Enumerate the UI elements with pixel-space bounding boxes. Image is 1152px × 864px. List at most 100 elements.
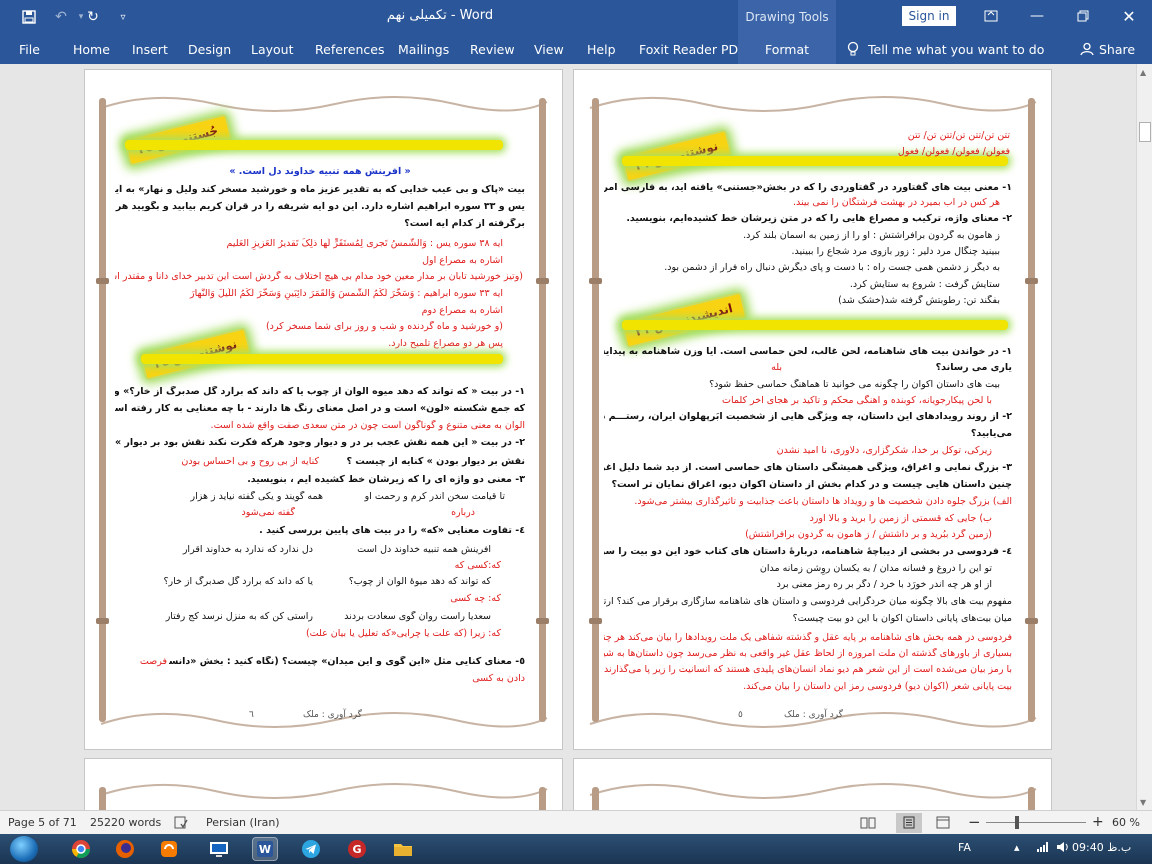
app-icon-red[interactable]: G <box>344 837 370 861</box>
question-text: میان بیت‌های پایانی داستان اکوان با این … <box>792 613 1012 624</box>
zoom-out-icon[interactable]: − <box>968 813 981 831</box>
tab-view[interactable]: View <box>534 34 564 64</box>
word-taskbar-icon[interactable]: W <box>252 837 278 861</box>
scroll-up-icon[interactable]: ▲ <box>1140 68 1146 77</box>
answer-text: با لحن پیکارجویانه، کوبنده و آهنگی محکم … <box>722 395 992 406</box>
frame-post-right <box>536 98 549 722</box>
page-frame <box>100 783 548 799</box>
answer-text: (و خورشید و ماه گردنده و شب و روز برای ش… <box>265 321 503 332</box>
verse-line: که تواند که دهد میوهٔ الوان از چوب؟ <box>348 576 491 587</box>
lightbulb-icon <box>847 41 859 56</box>
frame-post-left <box>99 787 106 810</box>
answer-text: (زمین گرد ببُرید و بر داشتش / ز هامون به… <box>745 529 992 540</box>
answer-text: (وتیز خورشید تابان بر مدار معین خود مدام… <box>115 271 523 282</box>
share-button[interactable]: Share <box>1080 34 1135 64</box>
sign-in-button[interactable]: Sign in <box>902 6 956 26</box>
minimize-icon[interactable]: — <box>1022 4 1052 28</box>
answer-text: بسیاری از باورهای گذشته آن ملت امروزه از… <box>604 648 1012 659</box>
tab-home[interactable]: Home <box>73 34 110 64</box>
answer-text: با رمز بیان می‌شده است از این شعر هم دیو… <box>604 664 1012 675</box>
keyboard-language[interactable]: FA <box>958 841 971 854</box>
answer-text: فرصت <box>139 656 167 667</box>
word-count[interactable]: 25220 words <box>90 816 161 829</box>
file-explorer-icon[interactable] <box>390 837 416 861</box>
tell-me-search[interactable]: Tell me what you want to do <box>846 34 1044 64</box>
section-banner <box>141 354 503 364</box>
answer-text: آیه ٣٣ سوره ابراهیم : وَسَخَّرَ لَکُمُ ا… <box>190 288 503 299</box>
tab-references[interactable]: References <box>315 34 384 64</box>
svg-text:G: G <box>352 843 361 856</box>
question-text: بیت های داستان اکوان را چگونه می خوانید … <box>709 379 1000 390</box>
verse-line: از او هر چه اندر خورَد با خرد / دگر بر ر… <box>776 579 992 590</box>
status-bar: Page 5 of 71 25220 words Persian (Iran) … <box>0 810 1152 834</box>
tab-mailings[interactable]: Mailings <box>398 34 449 64</box>
tab-insert[interactable]: Insert <box>132 34 168 64</box>
person-icon <box>1080 42 1094 56</box>
verse-line: همه گویند و یکی گفته نیاید ز هزار <box>190 491 323 502</box>
meter-line: فعولن/ فعولن/ فعولن/ فعول <box>897 146 1010 157</box>
telegram-icon[interactable] <box>298 837 324 861</box>
page-8 <box>84 758 563 810</box>
proofing-icon[interactable] <box>174 816 188 832</box>
question-text: ١- معنی بیت های گفتاورد در گفتاوردی را ک… <box>604 182 1012 193</box>
tab-format[interactable]: Format <box>738 34 836 64</box>
page-footer-author: گرد آوری : ملک <box>303 710 362 720</box>
zoom-slider-track[interactable] <box>986 822 1086 823</box>
zoom-in-icon[interactable]: + <box>1092 814 1104 830</box>
verse-line: آفرینش همه تنبیه خداوند دل است <box>357 544 491 555</box>
answer-text: که: زیرا (که علت یا چرایی«که تعلیل یا بی… <box>305 628 501 639</box>
restore-icon[interactable] <box>1068 4 1098 28</box>
language-indicator[interactable]: Persian (Iran) <box>206 816 280 829</box>
scrollbar-thumb[interactable] <box>1139 122 1151 142</box>
answer-text: که: چه کسی <box>450 593 501 604</box>
chrome-icon[interactable] <box>68 837 94 861</box>
read-mode-icon[interactable] <box>860 816 876 832</box>
section-banner <box>125 140 503 150</box>
page-6: جُستنی ص ٢٤ « آفرینش همه تنبیه خداوند دل… <box>84 69 563 750</box>
tab-help[interactable]: Help <box>587 34 616 64</box>
tab-file[interactable]: File <box>19 34 40 64</box>
close-icon[interactable]: ✕ <box>1114 4 1144 28</box>
firefox-icon[interactable] <box>112 837 138 861</box>
tab-foxit-reader-pdf[interactable]: Foxit Reader PDF <box>639 34 745 64</box>
tab-review[interactable]: Review <box>470 34 515 64</box>
answer-text: اشاره به مصراع اول <box>422 255 503 266</box>
tab-layout[interactable]: Layout <box>251 34 294 64</box>
tray-expand-icon[interactable]: ▴ <box>1014 841 1020 854</box>
answer-line: به دیگر ز دشمن همی جست راه : با دست و پا… <box>664 262 1000 273</box>
question-text: مفهوم بیت های بالا چگونه میان خردگرایی ف… <box>604 596 1012 607</box>
verse-line: دل ندارد که ندارد به خداوند اقرار <box>182 544 313 555</box>
zoom-level[interactable]: 60 % <box>1112 816 1140 829</box>
answer-text: اشاره به مصراع دوم <box>421 305 503 316</box>
start-button[interactable] <box>10 836 38 862</box>
scroll-down-icon[interactable]: ▼ <box>1140 798 1146 807</box>
svg-text:W: W <box>259 843 271 856</box>
web-layout-icon[interactable] <box>936 816 950 832</box>
tab-design[interactable]: Design <box>188 34 231 64</box>
zoom-slider-thumb[interactable] <box>1015 816 1019 829</box>
vertical-scrollbar[interactable]: ▲ ▼ <box>1136 64 1152 810</box>
frame-post-right <box>592 787 599 810</box>
page-number: ٥ <box>738 710 743 720</box>
ribbon-tabs: File Home Insert Design Layout Reference… <box>0 34 1152 64</box>
question-text: که جمع شکسته «لون» است و در اصل معنای رن… <box>115 403 525 414</box>
document-area[interactable]: نوشتنی ص ٢١ تتن تن/تتن تن/تتن تن/ تتن فع… <box>0 64 1136 810</box>
question-text: ٢- در بیت « این همه نقش عجب بر در و دیوا… <box>115 437 525 448</box>
question-text: چنین داستان هایی چیست و در کدام بخش از د… <box>611 479 1012 490</box>
section-banner <box>622 320 1008 330</box>
answer-text: بله <box>771 362 782 373</box>
frame-post-left <box>96 98 109 722</box>
clock[interactable]: 09:40 ب.ظ <box>1072 841 1131 854</box>
answer-text: درباره <box>451 507 475 518</box>
question-text: یاری می رساند؟ <box>935 362 1012 373</box>
ribbon-display-icon[interactable] <box>976 4 1006 28</box>
volume-icon[interactable] <box>1056 841 1070 856</box>
display-settings-icon[interactable] <box>206 837 232 861</box>
page-footer-author: گرد آوری : ملک <box>784 710 843 720</box>
page-count[interactable]: Page 5 of 71 <box>8 816 77 829</box>
print-layout-icon[interactable] <box>896 813 922 833</box>
question-text: ٢- از روند رویدادهای این داستان، چه ویژگ… <box>604 411 1012 422</box>
question-text: ٣- بزرگ نمایی و اغراق، ویژگی همیشگی داست… <box>604 462 1012 473</box>
network-icon[interactable] <box>1036 841 1050 856</box>
app-icon-orange[interactable] <box>156 837 182 861</box>
